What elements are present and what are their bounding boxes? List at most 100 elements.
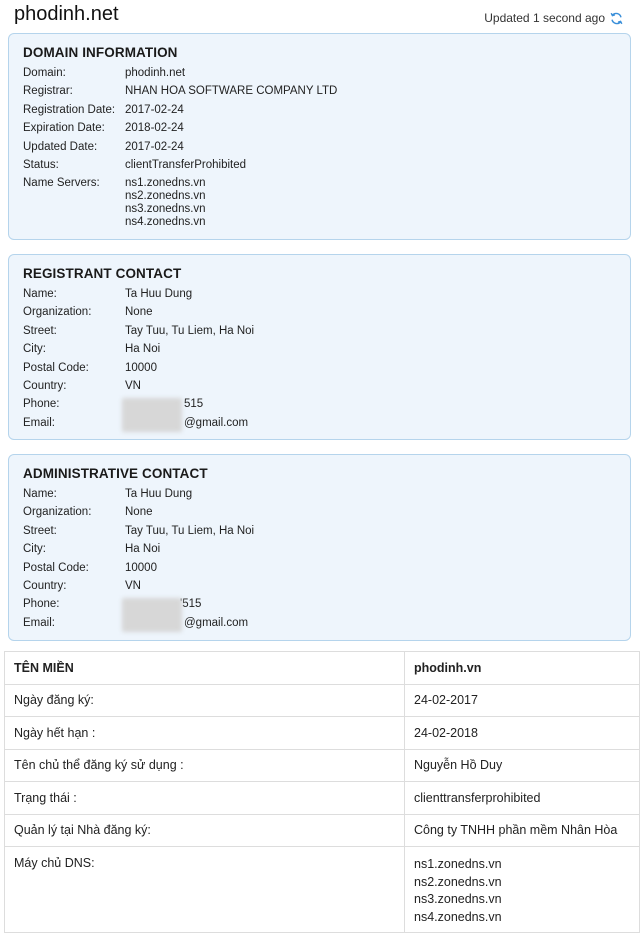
updated-text: Updated 1 second ago: [484, 11, 605, 25]
row-value: 10000: [125, 361, 157, 374]
row-value: Tay Tuu, Tu Liem, Ha Noi: [125, 524, 255, 537]
row-value: Ha Noi: [125, 543, 161, 556]
row-value: 10000: [125, 561, 157, 574]
row-label: Organization:: [23, 506, 92, 519]
row-value: '515: [180, 598, 202, 611]
contact-row-email: Email: @gmail.com: [23, 417, 613, 430]
table-cell-label: Tên chủ thể đăng ký sử dụng :: [4, 748, 405, 782]
table-cell-value: Công ty TNHH phần mềm Nhân Hòa: [404, 813, 640, 847]
row-label: Postal Code:: [23, 561, 89, 574]
table-cell-value: clienttransferprohibited: [404, 781, 640, 815]
row-label: Country:: [23, 379, 67, 392]
registrant-contact-panel: REGISTRANT CONTACT Name: Ta Huu Dung Orga…: [8, 254, 631, 440]
refresh-icon[interactable]: [610, 12, 623, 25]
row-label: Updated Date:: [23, 140, 98, 153]
contact-row-postal-code: Postal Code: 10000: [23, 562, 613, 575]
row-label: Street:: [23, 324, 57, 337]
row-value-wrap: @gmail.com: [125, 417, 613, 430]
contact-row-phone: Phone: 515: [23, 398, 613, 411]
row-value: Ha Noi: [125, 343, 161, 356]
row-value: phodinh.net: [125, 67, 186, 79]
updated-status: Updated 1 second ago: [484, 11, 623, 25]
contact-row-email: Email: @gmail.com: [23, 617, 613, 630]
info-row-status: Status: clientTransferProhibited: [23, 159, 613, 172]
row-value: 2017-02-24: [125, 140, 184, 153]
contact-row-country: Country: VN: [23, 580, 613, 593]
contact-row-name: Name: Ta Huu Dung: [23, 288, 613, 301]
contact-row-country: Country: VN: [23, 380, 613, 393]
row-value: VN: [125, 379, 141, 392]
table-row: Máy chủ DNS: ns1.zonedns.vn ns2.zonedns.…: [4, 846, 640, 933]
contact-row-city: City: Ha Noi: [23, 343, 613, 356]
table-row: TÊN MIỀN phodinh.vn: [4, 651, 640, 685]
row-value: 515: [184, 398, 204, 411]
row-label: Expiration Date:: [23, 122, 105, 135]
redaction-blur: [122, 398, 182, 432]
name-server-list: ns1.zonedns.vn ns2.zonedns.vn ns3.zonedn…: [125, 177, 613, 229]
row-label: Domain:: [23, 67, 66, 79]
contact-row-city: City: Ha Noi: [23, 543, 613, 556]
panel-title: REGISTRANT CONTACT: [23, 266, 182, 281]
table-cell-label: Quản lý tại Nhà đăng ký:: [4, 813, 405, 847]
contact-row-postal-code: Postal Code: 10000: [23, 362, 613, 375]
row-value: clientTransferProhibited: [125, 158, 247, 171]
name-server: ns1.zonedns.vn: [125, 177, 206, 190]
row-value: None: [125, 506, 153, 519]
row-label: Name Servers:: [23, 177, 100, 190]
row-value-wrap: @gmail.com: [125, 617, 613, 630]
table-cell-value: phodinh.vn: [404, 651, 640, 685]
row-label: Phone:: [23, 598, 60, 611]
row-value: Tay Tuu, Tu Liem, Ha Noi: [125, 324, 255, 337]
table-row: Trạng thái : clienttransferprohibited: [4, 781, 640, 815]
row-label: Registration Date:: [23, 103, 116, 116]
table-cell-label: Máy chủ DNS:: [4, 846, 405, 933]
row-label: Registrar:: [23, 85, 73, 98]
row-value-wrap: 515: [125, 398, 613, 411]
info-row-registration-date: Registration Date: 2017-02-24: [23, 104, 613, 117]
dns-list: ns1.zonedns.vn ns2.zonedns.vn ns3.zonedn…: [414, 856, 630, 926]
row-label: Name:: [23, 488, 57, 500]
panel-title: ADMINISTRATIVE CONTACT: [23, 466, 208, 481]
table-cell-label: Trạng thái :: [4, 781, 405, 815]
row-label: Email:: [23, 616, 55, 629]
row-label: Organization:: [23, 306, 92, 319]
info-row-name-servers: Name Servers: ns1.zonedns.vn ns2.zonedns…: [23, 177, 613, 229]
panel-title: DOMAIN INFORMATION: [23, 45, 178, 60]
row-value: Ta Huu Dung: [125, 288, 193, 300]
row-value: Ta Huu Dung: [125, 488, 193, 500]
row-label: Street:: [23, 524, 57, 537]
row-label: City:: [23, 343, 46, 356]
domain-information-panel: DOMAIN INFORMATION Domain: phodinh.net Re…: [8, 33, 631, 240]
contact-row-organization: Organization: None: [23, 306, 613, 319]
site-title: phodinh.net: [14, 3, 119, 25]
vn-domain-table: TÊN MIỀN phodinh.vn Ngày đăng ký: 24-02-…: [4, 651, 640, 933]
table-cell-label: Ngày hết hạn :: [4, 716, 405, 750]
dns-server: ns2.zonedns.vn: [414, 874, 502, 889]
row-value: 2017-02-24: [125, 103, 184, 116]
table-row: Quản lý tại Nhà đăng ký: Công ty TNHH ph…: [4, 813, 640, 847]
dns-server: ns1.zonedns.vn: [414, 857, 502, 871]
contact-row-name: Name: Ta Huu Dung: [23, 488, 613, 501]
page-header: phodinh.net Updated 1 second ago: [0, 0, 640, 34]
row-label: Status:: [23, 158, 59, 171]
row-value: VN: [125, 579, 141, 592]
table-row: Ngày đăng ký: 24-02-2017: [4, 683, 640, 717]
row-value: @gmail.com: [184, 616, 249, 629]
dns-server: ns4.zonedns.vn: [414, 909, 502, 924]
info-row-updated-date: Updated Date: 2017-02-24: [23, 141, 613, 154]
table-cell-value: Nguyễn Hồ Duy: [404, 748, 640, 782]
row-label: City:: [23, 543, 46, 556]
table-cell-label: Ngày đăng ký:: [4, 683, 405, 717]
table-row: Tên chủ thể đăng ký sử dụng : Nguyễn Hồ …: [4, 748, 640, 782]
administrative-contact-panel: ADMINISTRATIVE CONTACT Name: Ta Huu Dung …: [8, 454, 631, 641]
row-label: Email:: [23, 416, 55, 429]
table-cell-value: 24-02-2018: [404, 716, 640, 750]
row-value: None: [125, 306, 153, 319]
row-value: NHAN HOA SOFTWARE COMPANY LTD: [125, 85, 338, 98]
dns-server: ns3.zonedns.vn: [414, 892, 502, 906]
contact-row-street: Street: Tay Tuu, Tu Liem, Ha Noi: [23, 325, 613, 338]
contact-row-phone: Phone: '515: [23, 598, 613, 611]
name-server: ns4.zonedns.vn: [125, 216, 206, 229]
row-value: 2018-02-24: [125, 122, 184, 135]
info-row-registrar: Registrar: NHAN HOA SOFTWARE COMPANY LTD: [23, 85, 613, 98]
